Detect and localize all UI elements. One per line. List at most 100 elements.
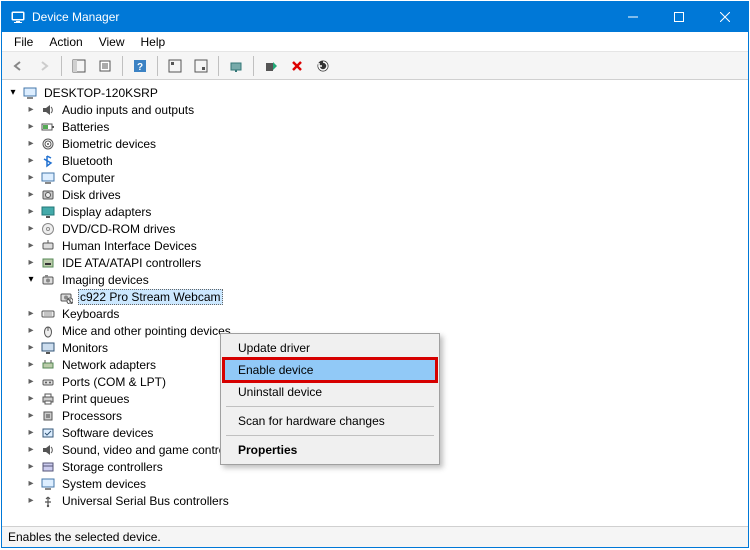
expand-arrow-icon[interactable]: ▸ <box>24 120 38 134</box>
tree-category-node[interactable]: ▾Imaging devices <box>24 271 748 288</box>
close-button[interactable] <box>702 2 748 32</box>
collapse-arrow-icon[interactable]: ▾ <box>24 273 38 287</box>
forward-button[interactable] <box>32 55 56 77</box>
keyboard-icon <box>40 306 56 322</box>
cd-icon <box>40 221 56 237</box>
menu-help[interactable]: Help <box>133 33 174 51</box>
expand-arrow-icon[interactable]: ▸ <box>24 137 38 151</box>
expand-arrow-icon[interactable]: ▸ <box>24 460 38 474</box>
tree-root-node[interactable]: ▾ DESKTOP-120KSRP <box>6 84 748 101</box>
ide-icon <box>40 255 56 271</box>
expand-arrow-icon[interactable]: ▸ <box>24 239 38 253</box>
tree-category-node[interactable]: ▸Universal Serial Bus controllers <box>24 492 748 509</box>
expand-arrow-icon[interactable]: ▸ <box>24 375 38 389</box>
expand-arrow-icon[interactable]: ▸ <box>24 324 38 338</box>
tree-category-label: DVD/CD-ROM drives <box>60 222 177 236</box>
tree-category-node[interactable]: ▸ Keyboards <box>24 305 748 322</box>
tree-category-node[interactable]: ▸Bluetooth <box>24 152 748 169</box>
menu-action[interactable]: Action <box>41 33 90 51</box>
printer-icon <box>40 391 56 407</box>
tree-category-node[interactable]: ▸ Batteries <box>24 118 748 135</box>
menu-view[interactable]: View <box>91 33 133 51</box>
scan-hardware-button[interactable] <box>311 55 335 77</box>
tree-category-node[interactable]: ▸ DVD/CD-ROM drives <box>24 220 748 237</box>
menu-properties[interactable]: Properties <box>224 439 436 461</box>
menu-update-driver[interactable]: Update driver <box>224 337 436 359</box>
sound-icon <box>40 442 56 458</box>
battery-icon <box>40 119 56 135</box>
menu-scan-hardware[interactable]: Scan for hardware changes <box>224 410 436 432</box>
tree-category-label: Storage controllers <box>60 460 165 474</box>
svg-text:?: ? <box>137 62 143 73</box>
tree-category-label: Software devices <box>60 426 155 440</box>
tree-category-label: Monitors <box>60 341 110 355</box>
system-icon <box>40 476 56 492</box>
expand-arrow-icon[interactable]: ▸ <box>24 307 38 321</box>
help-button[interactable]: ? <box>128 55 152 77</box>
tree-category-node[interactable]: ▸Biometric devices <box>24 135 748 152</box>
expand-arrow-icon[interactable]: ▸ <box>24 256 38 270</box>
webcam-disabled-icon <box>58 289 74 305</box>
tree-category-label: Computer <box>60 171 117 185</box>
cpu-icon <box>40 408 56 424</box>
menu-uninstall-device[interactable]: Uninstall device <box>224 381 436 403</box>
tree-category-node[interactable]: ▸IDE ATA/ATAPI controllers <box>24 254 748 271</box>
status-bar: Enables the selected device. <box>2 527 748 547</box>
tree-category-node[interactable]: ▸ Display adapters <box>24 203 748 220</box>
storage-icon <box>40 459 56 475</box>
expand-arrow-icon[interactable]: ▸ <box>24 443 38 457</box>
port-icon <box>40 374 56 390</box>
menu-separator <box>226 435 434 436</box>
maximize-button[interactable] <box>656 2 702 32</box>
expand-arrow-icon[interactable]: ▸ <box>24 188 38 202</box>
menu-separator <box>226 406 434 407</box>
tree-category-node[interactable]: ▸ Disk drives <box>24 186 748 203</box>
action-button-2[interactable] <box>189 55 213 77</box>
tree-category-label: Keyboards <box>60 307 121 321</box>
expand-arrow-icon[interactable]: ▸ <box>24 477 38 491</box>
tree-root-label: DESKTOP-120KSRP <box>42 86 160 100</box>
back-button[interactable] <box>6 55 30 77</box>
expand-arrow-icon[interactable]: ▾ <box>6 86 20 100</box>
hid-icon <box>40 238 56 254</box>
expand-arrow-icon[interactable]: ▸ <box>24 409 38 423</box>
menu-enable-device[interactable]: Enable device <box>224 359 436 381</box>
tree-category-node[interactable]: ▸Audio inputs and outputs <box>24 101 748 118</box>
expand-arrow-icon[interactable]: ▸ <box>24 205 38 219</box>
tree-category-label: Processors <box>60 409 124 423</box>
toolbar-separator <box>122 56 123 76</box>
properties-button[interactable] <box>93 55 117 77</box>
expand-arrow-icon[interactable]: ▸ <box>24 426 38 440</box>
tree-category-node[interactable]: ▸System devices <box>24 475 748 492</box>
tree-category-label: Print queues <box>60 392 131 406</box>
disk-icon <box>40 187 56 203</box>
usb-icon <box>40 493 56 509</box>
expand-arrow-icon[interactable]: ▸ <box>24 103 38 117</box>
tree-category-label: Batteries <box>60 120 111 134</box>
minimize-button[interactable] <box>610 2 656 32</box>
tree-category-label: Disk drives <box>60 188 123 202</box>
window-title: Device Manager <box>32 10 610 24</box>
expand-arrow-icon[interactable]: ▸ <box>24 222 38 236</box>
update-driver-button[interactable] <box>224 55 248 77</box>
toolbar-separator <box>157 56 158 76</box>
expand-arrow-icon[interactable]: ▸ <box>24 341 38 355</box>
speaker-icon <box>40 102 56 118</box>
tree-device-node[interactable]: c922 Pro Stream Webcam <box>42 288 748 305</box>
uninstall-device-button[interactable] <box>285 55 309 77</box>
title-bar: Device Manager <box>2 2 748 32</box>
tree-category-node[interactable]: ▸ Computer <box>24 169 748 186</box>
enable-device-button[interactable] <box>259 55 283 77</box>
tree-category-node[interactable]: ▸Human Interface Devices <box>24 237 748 254</box>
show-hide-console-tree-button[interactable] <box>67 55 91 77</box>
monitor-icon <box>40 340 56 356</box>
expand-arrow-icon[interactable]: ▸ <box>24 494 38 508</box>
menu-bar: File Action View Help <box>2 32 748 52</box>
menu-file[interactable]: File <box>6 33 41 51</box>
expand-arrow-icon[interactable]: ▸ <box>24 392 38 406</box>
expand-arrow-icon[interactable]: ▸ <box>24 358 38 372</box>
expand-arrow-icon[interactable]: ▸ <box>24 154 38 168</box>
action-button-1[interactable] <box>163 55 187 77</box>
tree-category-label: Display adapters <box>60 205 153 219</box>
expand-arrow-icon[interactable]: ▸ <box>24 171 38 185</box>
